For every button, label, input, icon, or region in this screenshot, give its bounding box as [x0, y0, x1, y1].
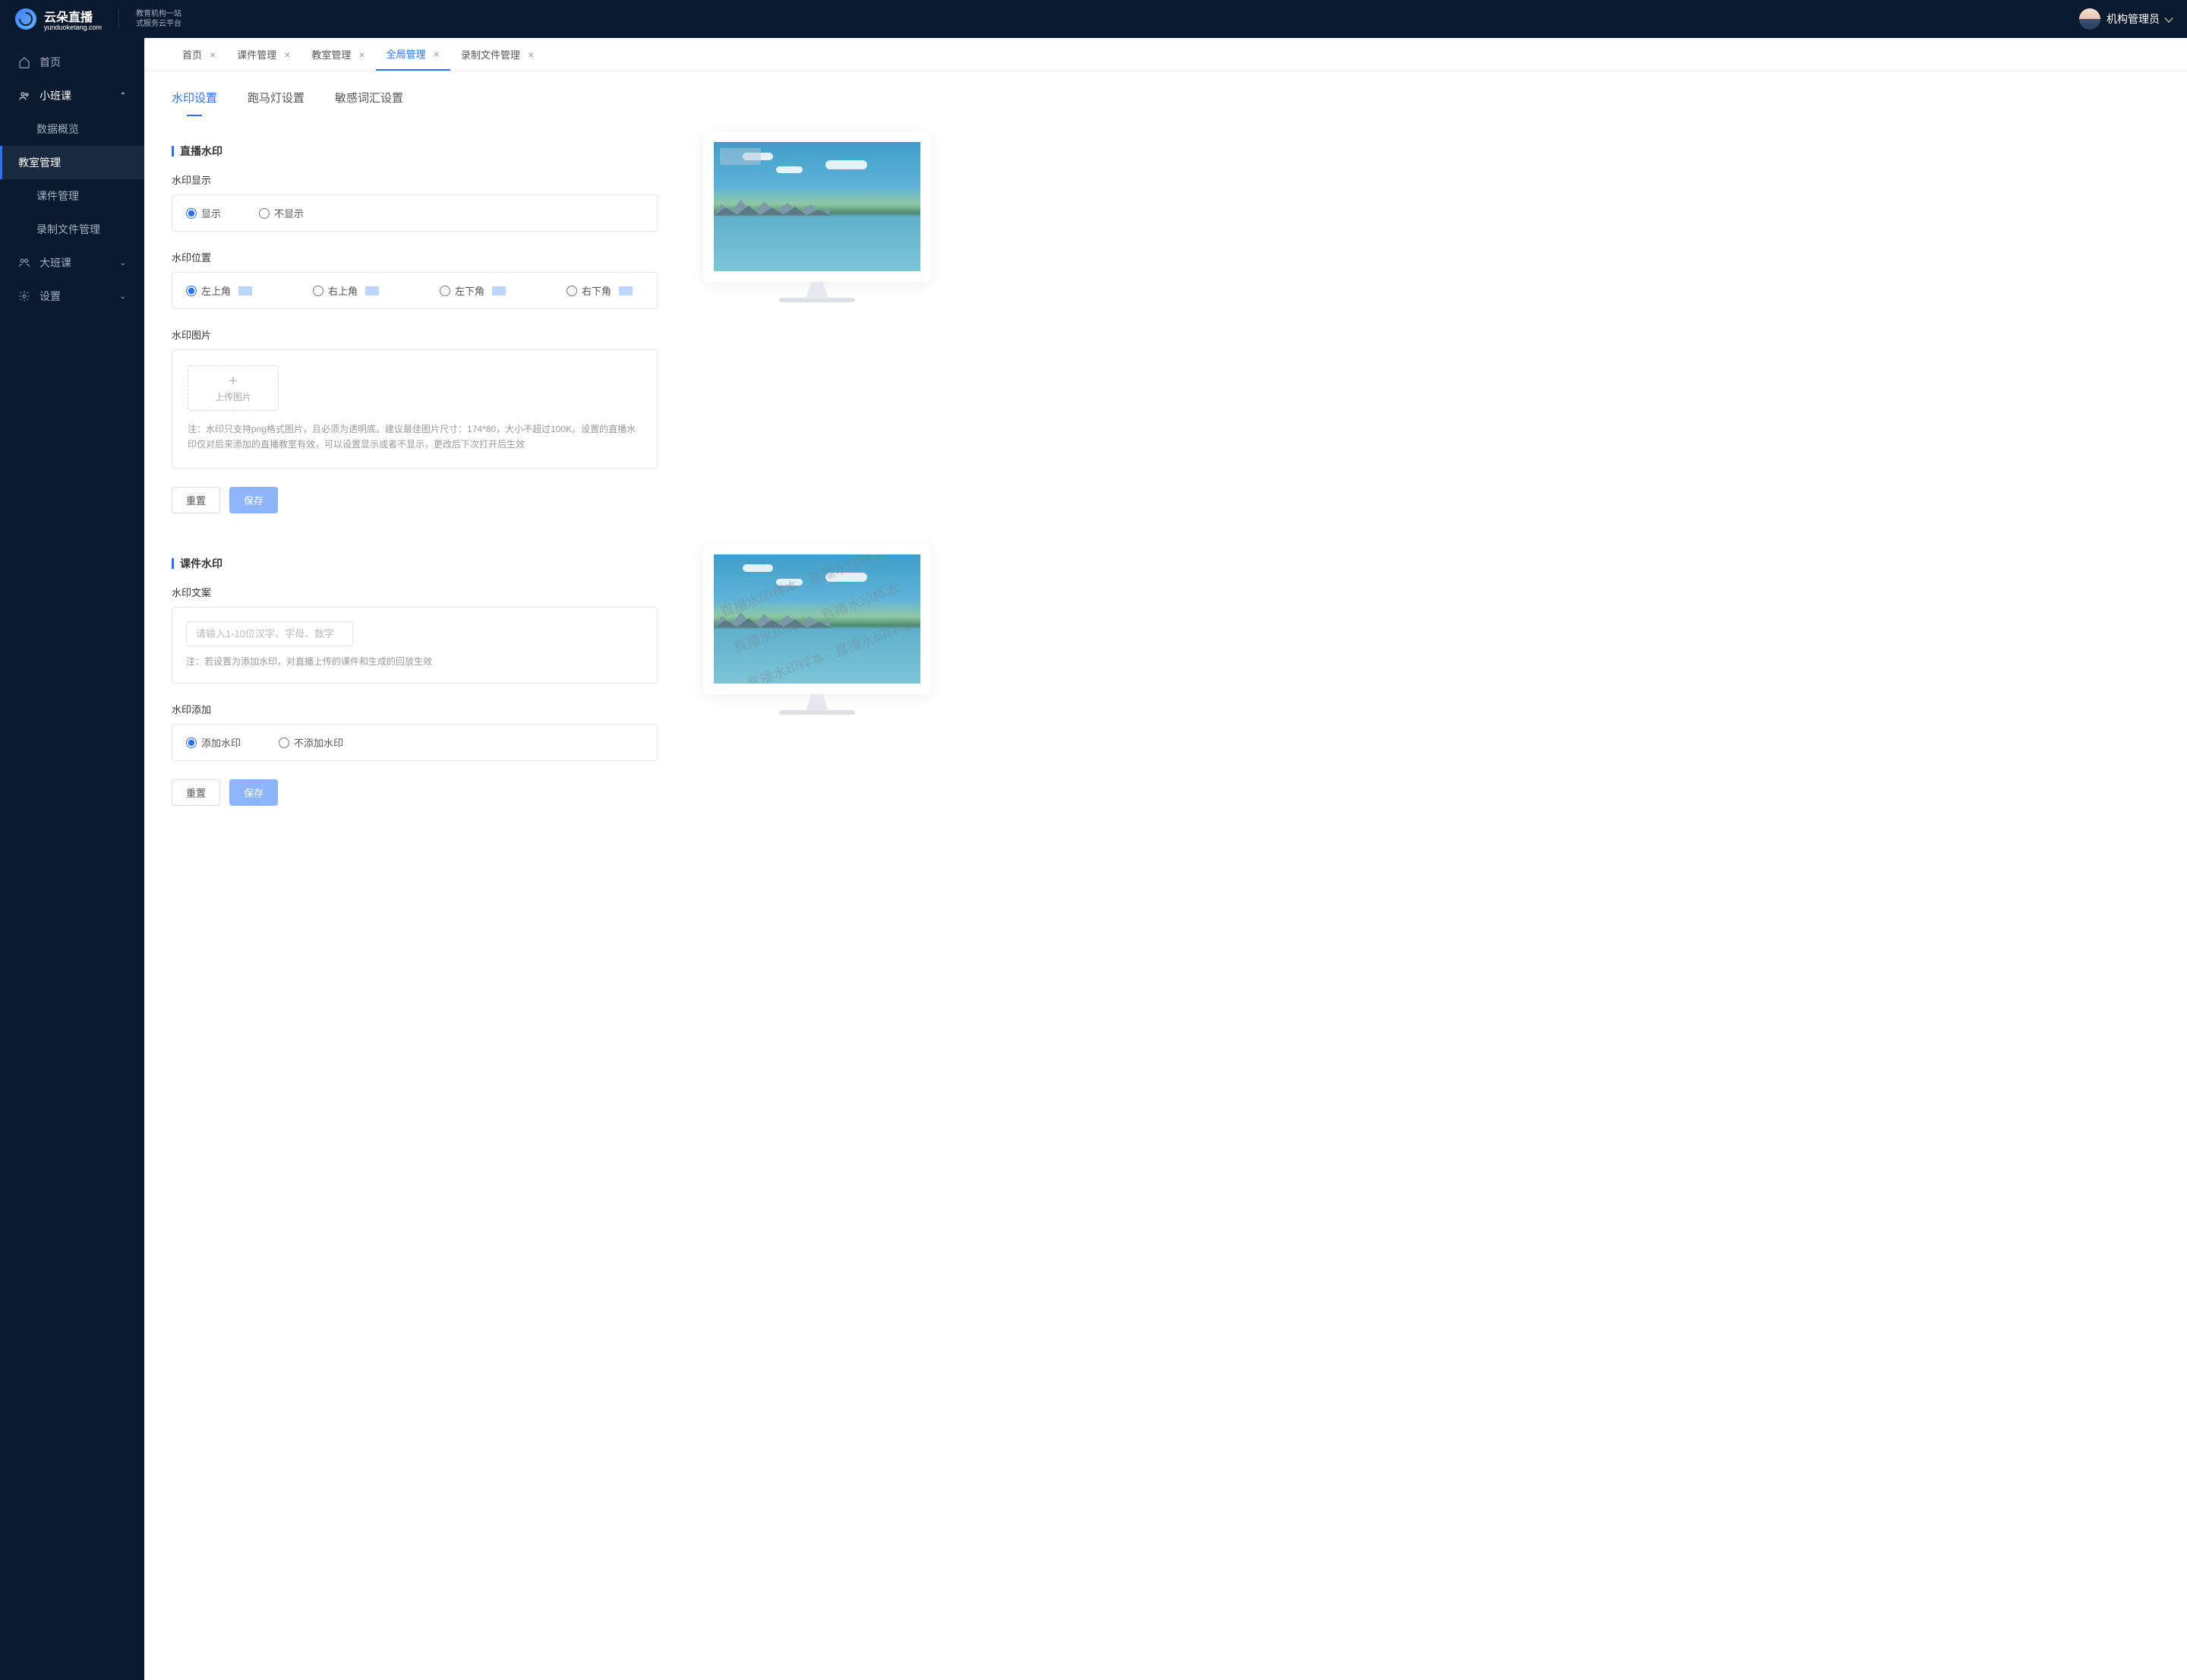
logo[interactable]: 云朵直播 yunduoketang.com 教育机构一站 式服务云平台 [15, 7, 181, 31]
watermark-text-input[interactable] [186, 621, 353, 646]
tab-classroom[interactable]: 教室管理× [301, 38, 375, 71]
radio-pos-bottomright[interactable]: 右下角 [566, 283, 633, 298]
radio-group-add: 添加水印 不添加水印 [172, 724, 658, 761]
hint-image: 注：水印只支持png格式图片，且必须为透明底。建议最佳图片尺寸：174*80，大… [188, 422, 642, 453]
section-title-live: 直播水印 [172, 144, 658, 159]
radio-pos-topright[interactable]: 右上角 [313, 283, 379, 298]
topbar: 云朵直播 yunduoketang.com 教育机构一站 式服务云平台 机构管理… [0, 0, 2187, 38]
radio-add-yes[interactable]: 添加水印 [186, 735, 241, 750]
chevron-down-icon [2164, 14, 2173, 22]
close-icon[interactable]: × [528, 49, 534, 61]
sidebar-item-home[interactable]: 首页 [0, 46, 144, 79]
tabs-bar: 首页× 课件管理× 教室管理× 全局管理× 录制文件管理× [144, 38, 2187, 71]
tab-recording[interactable]: 录制文件管理× [450, 38, 544, 71]
home-icon [18, 56, 30, 68]
preview-monitor-doc: 直播水印样本 直播水印样本 直播水印样本 直播水印样本 直播水印样本 直播水印样… [703, 544, 931, 694]
tab-courseware[interactable]: 课件管理× [226, 38, 301, 71]
user-menu[interactable]: 机构管理员 [2079, 8, 2172, 30]
sidebar-item-smallclass[interactable]: 小班课 ⌃ [0, 79, 144, 112]
label-position: 水印位置 [172, 250, 658, 264]
reset-button[interactable]: 重置 [172, 779, 220, 806]
position-thumb-icon [238, 286, 252, 295]
radio-group-position: 左上角 右上角 左下角 右下角 [172, 272, 658, 309]
sidebar-item-recording-management[interactable]: 录制文件管理 [0, 213, 144, 246]
inner-tab-marquee[interactable]: 跑马灯设置 [248, 90, 305, 116]
radio-add-no[interactable]: 不添加水印 [279, 735, 343, 750]
close-icon[interactable]: × [284, 49, 290, 61]
chevron-up-icon: ⌃ [120, 92, 126, 100]
sidebar-item-courseware-management[interactable]: 课件管理 [0, 179, 144, 213]
chevron-down-icon: ⌄ [120, 292, 126, 301]
user-name: 机构管理员 [2107, 11, 2160, 27]
label-add: 水印添加 [172, 702, 658, 716]
tab-global[interactable]: 全局管理× [376, 38, 450, 71]
close-icon[interactable]: × [434, 48, 440, 60]
logo-tagline-1: 教育机构一站 [136, 9, 181, 19]
sidebar-item-settings[interactable]: 设置 ⌄ [0, 279, 144, 313]
chevron-down-icon: ⌄ [120, 259, 126, 267]
gear-icon [18, 290, 30, 302]
close-icon[interactable]: × [358, 49, 364, 61]
users-icon [18, 90, 30, 102]
sidebar-item-classroom-management[interactable]: 教室管理 [0, 146, 144, 179]
label-image: 水印图片 [172, 327, 658, 342]
watermark-preview-box [720, 148, 761, 165]
radio-display-hide[interactable]: 不显示 [259, 206, 304, 220]
close-icon[interactable]: × [210, 49, 216, 61]
radio-group-display: 显示 不显示 [172, 194, 658, 232]
logo-title: 云朵直播 [44, 7, 102, 25]
group-icon [18, 257, 30, 269]
inner-tab-watermark[interactable]: 水印设置 [172, 90, 217, 116]
label-text: 水印文案 [172, 585, 658, 599]
position-thumb-icon [492, 286, 506, 295]
radio-pos-topleft[interactable]: 左上角 [186, 283, 252, 298]
section-title-doc: 课件水印 [172, 556, 658, 571]
logo-tagline-2: 式服务云平台 [136, 19, 181, 29]
radio-pos-bottomleft[interactable]: 左下角 [440, 283, 506, 298]
upload-dropzone[interactable]: + 上传图片 [188, 365, 279, 411]
inner-tabs: 水印设置 跑马灯设置 敏感词汇设置 [172, 71, 2160, 116]
save-button[interactable]: 保存 [229, 779, 278, 806]
content: 首页× 课件管理× 教室管理× 全局管理× 录制文件管理× 水印设置 跑马灯设置… [144, 0, 2187, 1680]
avatar [2079, 8, 2100, 30]
save-button[interactable]: 保存 [229, 487, 278, 513]
sidebar-item-bigclass[interactable]: 大班课 ⌄ [0, 246, 144, 279]
position-thumb-icon [365, 286, 379, 295]
logo-mark-icon [15, 8, 36, 30]
hint-text: 注：若设置为添加水印，对直播上传的课件和生成的回放生效 [186, 654, 643, 669]
inner-tab-sensitive[interactable]: 敏感词汇设置 [335, 90, 403, 116]
preview-monitor-live [703, 131, 931, 282]
sidebar: 首页 小班课 ⌃ 数据概览 教室管理 课件管理 录制文件管理 大班课 [0, 0, 144, 1680]
reset-button[interactable]: 重置 [172, 487, 220, 513]
sidebar-item-data-overview[interactable]: 数据概览 [0, 112, 144, 146]
logo-subtitle: yunduoketang.com [44, 24, 102, 31]
radio-display-show[interactable]: 显示 [186, 206, 221, 220]
label-display: 水印显示 [172, 172, 658, 187]
plus-icon: + [229, 374, 238, 389]
tab-home[interactable]: 首页× [172, 38, 226, 71]
position-thumb-icon [619, 286, 633, 295]
